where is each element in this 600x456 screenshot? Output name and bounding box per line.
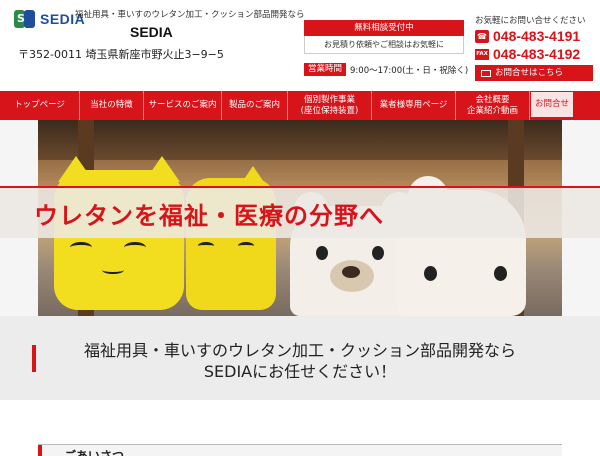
hours-label: 営業時間 bbox=[304, 63, 347, 76]
hero-banner-text: ウレタンを福祉・医療の分野へ bbox=[34, 202, 384, 230]
nav-item-services[interactable]: サービスのご案内 bbox=[144, 91, 222, 120]
nav-item-custom[interactable]: 個別製作事業 (座位保持装置) bbox=[288, 91, 372, 120]
contact-note: お気軽にお問い合せください bbox=[475, 16, 586, 26]
free-consultation-box: 無料相談受付中 お見積り依頼やご相談はお気軽に bbox=[304, 20, 464, 54]
lead-line-2: SEDIAにお任せください！ bbox=[203, 362, 397, 381]
fax-number: 048-483-4192 bbox=[493, 46, 581, 62]
contact-button-label: お問合せはこちら bbox=[495, 68, 564, 78]
nav-item-products[interactable]: 製品のご案内 bbox=[222, 91, 288, 120]
contact-button[interactable]: お問合せはこちら bbox=[475, 65, 593, 81]
greeting-title: ごあいさつ bbox=[64, 449, 125, 456]
nav-item-features[interactable]: 当社の特徴 bbox=[80, 91, 144, 120]
consultation-heading: 無料相談受付中 bbox=[304, 20, 464, 36]
logo-mark-icon: S bbox=[14, 10, 36, 28]
business-hours: 営業時間 9:00〜17:00(土・日・祝除く) bbox=[304, 63, 468, 76]
tel-number[interactable]: 048-483-4191 bbox=[493, 28, 580, 44]
global-nav: トップページ 当社の特徴 サービスのご案内 製品のご案内 個別製作事業 (座位保… bbox=[0, 91, 600, 120]
phone-icon: ☎ bbox=[475, 29, 489, 43]
tagline: 福祉用具・車いすのウレタン加工・クッション部品開発なら bbox=[75, 10, 305, 20]
tel-row[interactable]: ☎ 048-483-4191 bbox=[475, 28, 593, 44]
lead-section: 福祉用具・車いすのウレタン加工・クッション部品開発なら SEDIAにお任せくださ… bbox=[0, 316, 600, 400]
shrine-roof bbox=[38, 120, 562, 160]
greeting-heading-box: ごあいさつ bbox=[38, 444, 562, 456]
hero-banner: ウレタンを福祉・医療の分野へ bbox=[0, 186, 600, 238]
fax-row: FAX 048-483-4192 bbox=[475, 46, 593, 62]
contact-block: お気軽にお問い合せください ☎ 048-483-4191 FAX 048-483… bbox=[475, 14, 593, 81]
company-address: 〒352-0011 埼玉県新座市野火止3−9−5 bbox=[18, 48, 224, 61]
greeting-accent-bar bbox=[38, 445, 42, 456]
consultation-text: お見積り依頼やご相談はお気軽に bbox=[304, 36, 464, 54]
nav-item-company[interactable]: 会社概要 企業紹介動画 bbox=[456, 91, 530, 120]
nav-item-dealers[interactable]: 業者様専用ページ bbox=[372, 91, 456, 120]
company-name: SEDIA bbox=[130, 24, 173, 40]
mail-icon bbox=[481, 69, 491, 77]
hours-value: 9:00〜17:00(土・日・祝除く) bbox=[350, 65, 469, 76]
nav-item-top[interactable]: トップページ bbox=[0, 91, 80, 120]
fax-icon: FAX bbox=[475, 48, 489, 60]
page: S SEDIA 福祉用具・車いすのウレタン加工・クッション部品開発なら SEDI… bbox=[0, 0, 600, 456]
nav-item-contact[interactable]: お問合せ bbox=[530, 91, 574, 120]
